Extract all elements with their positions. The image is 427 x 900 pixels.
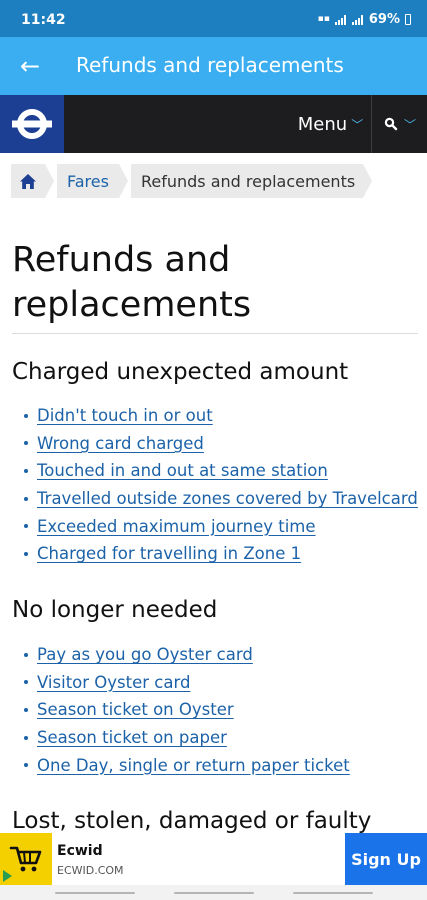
- nav-recents[interactable]: [55, 892, 135, 894]
- list-item: Touched in and out at same station: [24, 457, 418, 485]
- network-icon: ▪▪: [317, 14, 330, 24]
- breadcrumb-fares-label: Fares: [67, 171, 109, 191]
- status-bar: 11:42 ▪▪ 69%: [0, 0, 427, 37]
- breadcrumb-home[interactable]: [11, 164, 45, 198]
- bullet-icon: [24, 707, 28, 712]
- list-item: Pay as you go Oyster card: [24, 641, 350, 669]
- link-didnt-touch[interactable]: Didn't touch in or out: [37, 406, 213, 425]
- sign-up-button[interactable]: Sign Up: [345, 833, 427, 885]
- app-bar: ← Refunds and replacements: [0, 37, 427, 95]
- breadcrumb-current-label: Refunds and replacements: [140, 171, 356, 191]
- bullet-icon: [24, 735, 28, 740]
- link-max-journey-time[interactable]: Exceeded maximum journey time: [37, 517, 316, 536]
- breadcrumb: Fares Refunds and replacements: [11, 164, 373, 198]
- link-list-no-longer-needed: Pay as you go Oyster card Visitor Oyster…: [24, 641, 350, 779]
- breadcrumb-current: Refunds and replacements: [130, 164, 364, 198]
- link-season-paper[interactable]: Season ticket on paper: [37, 728, 227, 747]
- bullet-icon: [24, 524, 28, 529]
- section-heading-no-longer-needed: No longer needed: [12, 597, 218, 623]
- site-header: Menu ﹀ ﹀: [0, 95, 427, 153]
- ad-banner[interactable]: Ecwid ECWID.COM Sign Up: [0, 833, 427, 885]
- link-zone-1[interactable]: Charged for travelling in Zone 1: [37, 544, 301, 563]
- bullet-icon: [24, 441, 28, 446]
- bullet-icon: [24, 680, 28, 685]
- bullet-icon: [24, 496, 28, 501]
- status-icons: ▪▪ 69%: [318, 12, 411, 27]
- breadcrumb-separator: [363, 164, 373, 198]
- list-item: Exceeded maximum journey time: [24, 512, 418, 540]
- breadcrumb-separator: [45, 164, 54, 198]
- link-list-charged: Didn't touch in or out Wrong card charge…: [24, 402, 418, 568]
- battery-level: 69%: [368, 12, 400, 27]
- chevron-down-icon: ﹀: [351, 117, 364, 132]
- list-item: Charged for travelling in Zone 1: [24, 540, 418, 568]
- section-heading-lost-stolen: Lost, stolen, damaged or faulty: [12, 808, 372, 834]
- bullet-icon: [24, 551, 28, 556]
- list-item: Visitor Oyster card: [24, 669, 350, 697]
- link-wrong-card[interactable]: Wrong card charged: [37, 434, 204, 453]
- list-item: Travelled outside zones covered by Trave…: [24, 485, 418, 513]
- section-heading-charged: Charged unexpected amount: [12, 359, 349, 385]
- arrow-left-icon[interactable]: ←: [14, 50, 46, 82]
- nav-back[interactable]: [293, 892, 373, 894]
- cart-icon: [9, 846, 42, 872]
- link-season-oyster[interactable]: Season ticket on Oyster: [37, 700, 234, 719]
- chevron-down-icon: ﹀: [403, 117, 416, 132]
- list-item: Wrong card charged: [24, 430, 418, 458]
- tfl-logo[interactable]: [0, 95, 64, 153]
- breadcrumb-separator: [118, 164, 128, 198]
- list-item: Season ticket on paper: [24, 724, 350, 752]
- home-icon: [20, 173, 36, 189]
- search-icon: [384, 117, 398, 131]
- list-item: Season ticket on Oyster: [24, 696, 350, 724]
- nav-home[interactable]: [174, 892, 254, 894]
- signal-icon: [334, 14, 347, 25]
- bullet-icon: [24, 652, 28, 657]
- search-button[interactable]: ﹀: [373, 95, 427, 153]
- bullet-icon: [24, 468, 28, 473]
- title-divider: [12, 333, 418, 334]
- bullet-icon: [24, 413, 28, 418]
- page-title: Refunds and replacements: [12, 240, 252, 325]
- battery-icon: [405, 14, 411, 25]
- app-title: Refunds and replacements: [76, 53, 344, 77]
- list-item: Didn't touch in or out: [24, 402, 418, 430]
- ad-play-icon: [3, 870, 12, 882]
- breadcrumb-fares[interactable]: Fares: [57, 164, 119, 198]
- bullet-icon: [24, 763, 28, 768]
- ad-logo: [0, 833, 52, 885]
- link-payg-oyster[interactable]: Pay as you go Oyster card: [37, 645, 253, 664]
- link-outside-zones[interactable]: Travelled outside zones covered by Trave…: [37, 489, 418, 508]
- menu-button[interactable]: Menu ﹀: [290, 95, 372, 153]
- system-nav-bar: [0, 885, 427, 900]
- menu-label: Menu: [297, 113, 348, 135]
- link-visitor-oyster[interactable]: Visitor Oyster card: [37, 673, 190, 692]
- ad-domain: ECWID.COM: [57, 864, 124, 877]
- list-item: One Day, single or return paper ticket: [24, 751, 350, 779]
- ad-name: Ecwid: [57, 843, 103, 859]
- roundel-icon: [12, 109, 52, 139]
- status-time: 11:42: [21, 12, 66, 28]
- signal-icon-2: [351, 14, 364, 25]
- link-paper-ticket[interactable]: One Day, single or return paper ticket: [37, 756, 350, 775]
- link-same-station[interactable]: Touched in and out at same station: [37, 461, 328, 480]
